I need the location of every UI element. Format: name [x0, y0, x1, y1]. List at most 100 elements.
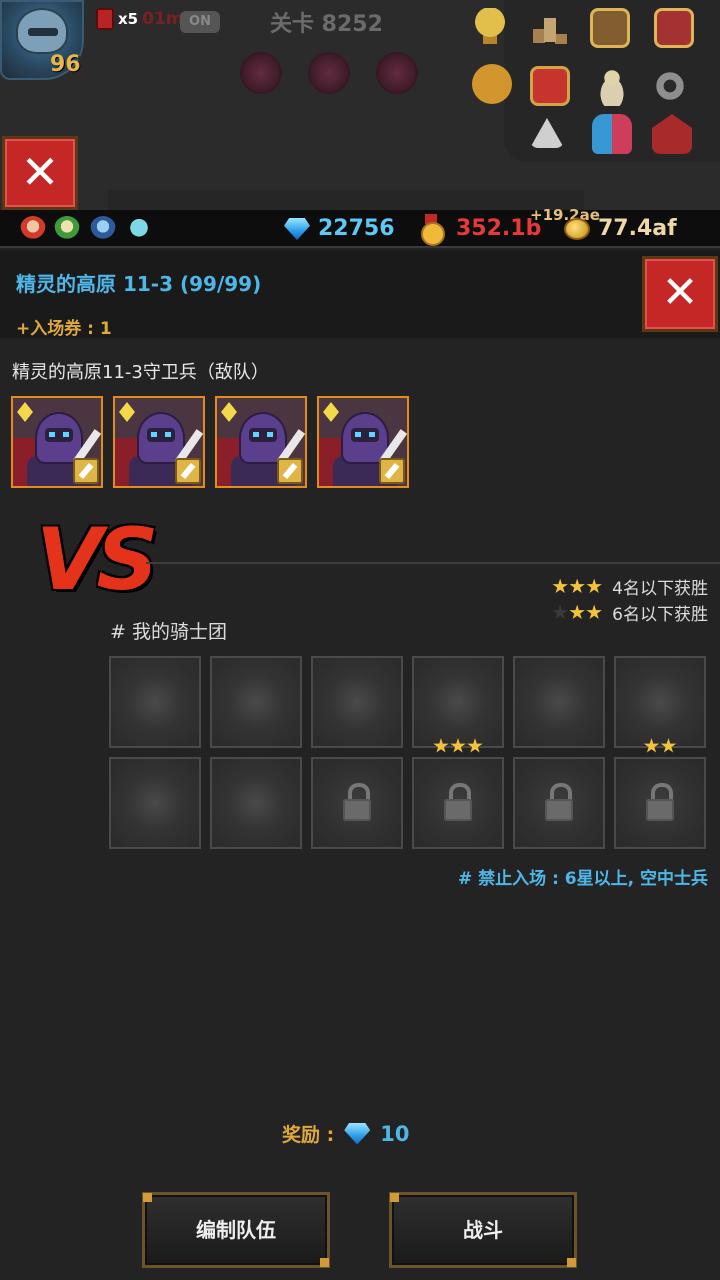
team-slot[interactable] — [513, 656, 605, 748]
guild-icon[interactable] — [530, 66, 570, 106]
team-slot[interactable] — [311, 656, 403, 748]
star-icon — [552, 578, 568, 594]
chat-icon[interactable] — [472, 64, 512, 104]
eye — [369, 432, 375, 437]
hero-portrait-icon[interactable] — [126, 216, 152, 242]
slot-star-requirement — [616, 738, 704, 754]
gold-coin-icon — [564, 218, 590, 240]
gold-gain: +19.2ae — [530, 206, 600, 224]
reward-value: 10 — [380, 1121, 410, 1146]
orb-icon[interactable] — [308, 52, 350, 94]
hero-portrait-icon[interactable] — [90, 216, 116, 242]
gold-value: 77.4af — [598, 216, 677, 241]
star-icon — [552, 604, 568, 620]
warning-icon[interactable] — [530, 118, 564, 148]
team-slot[interactable] — [210, 656, 302, 748]
close-panel-button[interactable]: ✕ — [642, 256, 718, 332]
boost-icon — [96, 8, 114, 30]
star-rating — [552, 578, 602, 595]
rank-gem-icon — [323, 402, 339, 422]
close-icon: ✕ — [20, 145, 60, 199]
hero-portrait-icon[interactable] — [20, 216, 46, 242]
battle-label: 战斗 — [463, 1218, 503, 1242]
player-avatar[interactable]: 96 — [0, 0, 84, 80]
team-slot[interactable] — [614, 656, 706, 753]
star-icon — [660, 738, 677, 753]
team-slot[interactable] — [109, 757, 201, 849]
friends-icon[interactable] — [592, 114, 632, 154]
eye — [267, 432, 273, 437]
orb-icon[interactable] — [240, 52, 282, 94]
resource-bar: 22756 352.1b +19.2ae 77.4af — [0, 206, 720, 248]
my-team-title: # 我的骑士团 — [110, 621, 227, 643]
gems-value: 22756 — [318, 216, 395, 241]
enemy-card[interactable] — [11, 396, 103, 488]
ban-note: # 禁止入场 : 6星以上, 空中士兵 — [457, 869, 708, 889]
boost-timer: 01m — [142, 9, 184, 29]
eye — [151, 432, 157, 437]
vs-label: VS — [36, 510, 158, 610]
hero-portrait-icon[interactable] — [54, 216, 80, 242]
divider — [146, 562, 720, 564]
locked-slot — [412, 757, 504, 849]
mailbox-icon[interactable] — [652, 114, 692, 154]
lock-icon — [444, 783, 472, 823]
win-condition-text: 4名以下获胜 — [612, 579, 708, 599]
medals-value: 352.1b — [456, 216, 542, 241]
medal-icon — [420, 214, 445, 246]
speed-boost[interactable]: x5 01m — [96, 8, 184, 30]
locked-slot — [513, 757, 605, 849]
corner-ornament — [567, 1258, 576, 1267]
locked-slot — [614, 757, 706, 849]
team-slot[interactable] — [109, 656, 201, 748]
class-badge-icon — [73, 458, 99, 484]
enemy-team-title: 精灵的高原11-3守卫兵（敌队） — [12, 362, 269, 383]
slot-star-requirement — [414, 738, 502, 754]
stage-header: 精灵的高原 11-3 (99/99) +入场券 : 1 — [0, 250, 720, 339]
orb-icon[interactable] — [376, 52, 418, 94]
star-icon — [569, 604, 585, 620]
star-icon — [569, 578, 585, 594]
enemy-row — [11, 396, 409, 488]
team-slot[interactable] — [412, 656, 504, 753]
menu-panel — [470, 0, 720, 162]
rank-gem-icon — [17, 402, 33, 422]
corner-ornament — [390, 1193, 399, 1202]
spellbook-icon[interactable] — [654, 8, 694, 48]
star-icon — [467, 738, 483, 753]
knight-helmet-icon — [16, 8, 68, 54]
ranking-icon[interactable] — [530, 8, 570, 48]
lock-icon — [545, 783, 573, 823]
star-icon — [450, 738, 466, 753]
star-icon — [643, 738, 660, 753]
quest-book-icon[interactable] — [590, 8, 630, 48]
auto-toggle[interactable]: ON — [180, 11, 220, 33]
lock-icon — [646, 783, 674, 823]
eye — [355, 432, 361, 437]
win-condition-3-star: 4名以下获胜 — [552, 574, 708, 599]
edit-team-button[interactable]: 编制队伍 — [142, 1192, 330, 1268]
top-hud: 96 x5 01m ON 关卡 8252 ✕ — [0, 0, 720, 210]
win-condition-2-star: 6名以下获胜 — [552, 600, 708, 625]
entry-ticket: +入场券 : 1 — [16, 319, 112, 339]
close-hud-button[interactable]: ✕ — [2, 136, 78, 210]
trophy-icon[interactable] — [470, 8, 510, 48]
eye — [165, 432, 171, 437]
eye — [63, 432, 69, 437]
enemy-card[interactable] — [317, 396, 409, 488]
lock-icon — [343, 783, 371, 823]
enemy-card[interactable] — [113, 396, 205, 488]
win-condition-text: 6名以下获胜 — [612, 605, 708, 625]
star-rating — [552, 604, 602, 621]
enemy-card[interactable] — [215, 396, 307, 488]
angel-icon[interactable] — [592, 66, 632, 106]
gear-icon[interactable] — [650, 66, 690, 106]
battle-button[interactable]: 战斗 — [389, 1192, 577, 1268]
star-icon — [586, 604, 602, 620]
eye — [253, 432, 259, 437]
corner-ornament — [320, 1258, 329, 1267]
reward-label: 奖励 : — [282, 1124, 335, 1146]
team-slot[interactable] — [210, 757, 302, 849]
star-icon — [433, 738, 449, 753]
edit-team-label: 编制队伍 — [196, 1218, 276, 1242]
